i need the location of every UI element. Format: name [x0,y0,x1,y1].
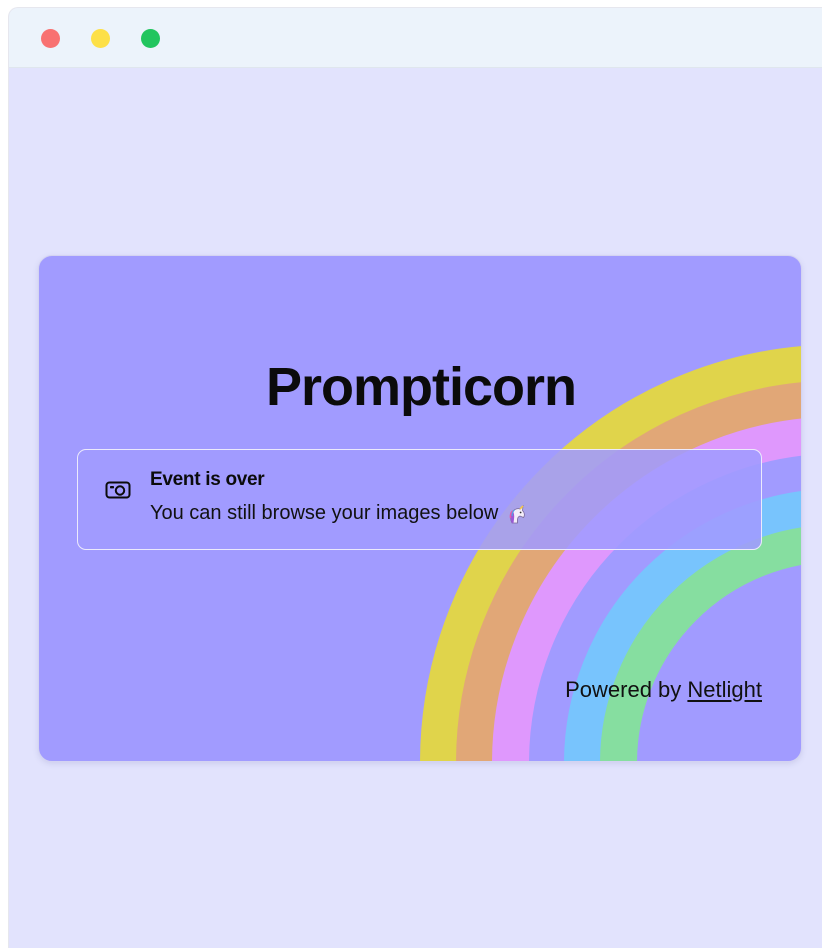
alert-description: You can still browse your images below [150,502,499,524]
browser-window: Prompticorn Event is over You can still … [8,7,822,948]
minimize-window-button[interactable] [91,29,110,48]
maximize-window-button[interactable] [141,29,160,48]
alert-heading: Event is over [150,469,265,490]
alert-description-row: You can still browse your images below [150,502,528,525]
netlight-link[interactable]: Netlight [687,677,762,702]
app-title: Prompticorn [265,357,577,417]
event-card: Prompticorn Event is over You can still … [38,255,802,762]
powered-by-footer: Powered by Netlight [565,677,762,703]
powered-by-label: Powered by [565,677,688,702]
unicorn-icon [509,504,526,523]
camera-icon [105,481,131,499]
close-window-button[interactable] [41,29,60,48]
event-over-alert: Event is over You can still browse your … [77,449,762,550]
window-titlebar [9,8,822,68]
